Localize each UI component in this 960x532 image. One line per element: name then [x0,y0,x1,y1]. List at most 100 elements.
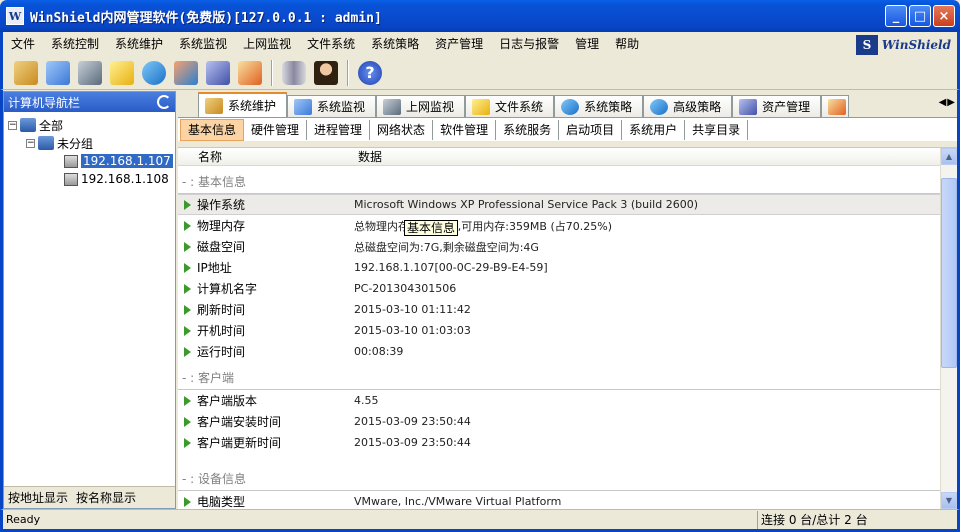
table-row[interactable]: 客户端更新时间 2015-03-09 23:50:44 [178,432,940,453]
subtab-basic-info[interactable]: 基本信息 [180,118,245,141]
menu-log-alarm[interactable]: 日志与报警 [491,33,567,55]
table-row[interactable]: IP地址 192.168.1.107[00-0C-29-B9-E4-59] [178,257,940,278]
view-by-address-tab[interactable]: 按地址显示 [4,489,72,506]
file-system-icon [110,60,134,85]
view-by-name-tab[interactable]: 按名称显示 [72,489,140,506]
group-client[interactable]: - : 客户端 [178,366,940,390]
refresh-icon[interactable] [157,95,171,109]
toolbar-system-maintain-button[interactable] [11,58,41,88]
subtab-process[interactable]: 进程管理 [307,119,371,140]
table-row[interactable]: 磁盘空间 总磁盘空间为:7G,剩余磁盘空间为:4G [178,236,940,257]
title-bar[interactable]: W WinShield内网管理软件(免费版)[127.0.0.1 : admin… [0,0,960,32]
tab-system-policy[interactable]: 系统策略 [554,95,644,117]
group-title: - : 基本信息 [182,175,247,189]
row-arrow-icon [184,437,191,448]
advanced-policy-icon [174,60,198,85]
menu-asset-manage[interactable]: 资产管理 [427,33,491,55]
maximize-button[interactable]: □ [909,5,931,27]
toolbar-help-button[interactable]: ? [355,58,385,88]
column-header-data[interactable]: 数据 [354,148,382,165]
vertical-scrollbar[interactable]: ▲ ▼ [940,148,957,509]
row-name: 计算机名字 [197,282,258,296]
toolbar-network-monitor-button[interactable] [75,58,105,88]
row-arrow-icon [184,416,191,427]
table-row[interactable]: 客户端安装时间 2015-03-09 23:50:44 [178,411,940,432]
brand-logo: S WinShield [855,34,951,56]
subtab-shares[interactable]: 共享目录 [685,119,749,140]
table-row[interactable]: 运行时间 00:08:39 [178,341,940,362]
tree-label-all: 全部 [39,118,64,133]
group-title: - : 设备信息 [182,472,247,486]
subtab-network-status[interactable]: 网络状态 [370,119,434,140]
scroll-thumb[interactable] [941,178,957,368]
table-row[interactable]: 电脑类型 VMware, Inc./VMware Virtual Platform [178,491,940,509]
collapse-icon[interactable]: − [8,120,17,130]
tab-scroll-right-icon[interactable]: ▶ [947,97,955,108]
scroll-up-icon[interactable]: ▲ [941,148,957,165]
column-header-name[interactable]: 名称 [178,148,354,165]
tree-node-ungrouped[interactable]: − 未分组 [8,134,175,152]
tab-scroll-left-icon[interactable]: ◀ [939,97,947,108]
group-title: - : 客户端 [182,371,235,385]
table-row[interactable]: 客户端版本 4.55 [178,390,940,411]
tab-system-monitor[interactable]: 系统监视 [287,95,377,117]
toolbar-database-button[interactable] [279,58,309,88]
toolbar-asset-manage-button[interactable] [203,58,233,88]
help-icon: ? [358,60,382,85]
subtab-startup[interactable]: 启动项目 [559,119,623,140]
subtab-software[interactable]: 软件管理 [433,119,497,140]
subtab-services[interactable]: 系统服务 [496,119,560,140]
collapse-icon[interactable]: − [26,138,35,148]
minimize-button[interactable]: _ [885,5,907,27]
menu-system-policy[interactable]: 系统策略 [363,33,427,55]
menu-system-control[interactable]: 系统控制 [43,33,107,55]
toolbar-advanced-policy-button[interactable] [171,58,201,88]
table-row[interactable]: 物理内存 总物理内存:1023MB,可用内存:359MB (占70.25%) [178,215,940,236]
close-button[interactable]: × [933,5,955,27]
tab-advanced-policy[interactable]: 高级策略 [643,95,733,117]
group-icon [38,136,54,150]
group-device-info[interactable]: - : 设备信息 [178,467,940,491]
row-value: 4.55 [354,394,379,407]
toolbar-file-system-button[interactable] [107,58,137,88]
row-value: Microsoft Windows XP Professional Servic… [354,198,698,211]
tree-node-host[interactable]: 192.168.1.108 [8,170,175,188]
tab-network-monitor[interactable]: 上网监视 [376,95,466,117]
row-name: 刷新时间 [197,303,246,317]
subtab-hardware[interactable]: 硬件管理 [244,119,308,140]
scroll-down-icon[interactable]: ▼ [941,492,957,509]
tab-label: 文件系统 [495,100,544,114]
row-arrow-icon [184,241,191,252]
row-value: 总磁盘空间为:7G,剩余磁盘空间为:4G [354,240,539,254]
menu-help[interactable]: 帮助 [607,33,647,55]
table-row[interactable]: 操作系统 Microsoft Windows XP Professional Se… [178,194,940,215]
tab-label: 系统策略 [584,100,633,114]
toolbar-system-policy-button[interactable] [139,58,169,88]
brand-text: WinShield [881,38,951,52]
menu-bar: 文件 系统控制 系统维护 系统监视 上网监视 文件系统 系统策略 资产管理 日志… [0,32,960,56]
table-row[interactable]: 计算机名字 PC-201304301506 [178,278,940,299]
computer-icon [64,154,78,168]
row-arrow-icon [184,395,191,406]
tree-node-all[interactable]: − 全部 [8,116,175,134]
tooltip: 基本信息 [404,220,459,236]
menu-file[interactable]: 文件 [3,33,43,55]
menu-network-monitor[interactable]: 上网监视 [235,33,299,55]
tab-file-system[interactable]: 文件系统 [465,95,555,117]
table-row[interactable]: 开机时间 2015-03-10 01:03:03 [178,320,940,341]
toolbar-user-button[interactable] [311,58,341,88]
menu-system-monitor[interactable]: 系统监视 [171,33,235,55]
table-row[interactable]: 刷新时间 2015-03-10 01:11:42 [178,299,940,320]
tab-asset-manage[interactable]: 资产管理 [732,95,822,117]
toolbar-system-monitor-button[interactable] [43,58,73,88]
tab-log-alarm[interactable] [821,95,850,117]
menu-system-maintain[interactable]: 系统维护 [107,33,171,55]
group-basic-info[interactable]: - : 基本信息 [178,170,940,194]
tab-system-maintain[interactable]: 系统维护 [198,92,288,117]
menu-manage[interactable]: 管理 [567,33,607,55]
toolbar-alarm-button[interactable] [235,58,265,88]
tree-node-host[interactable]: 192.168.1.107 [8,152,175,170]
subtab-users[interactable]: 系统用户 [622,119,686,140]
tab-label: 上网监视 [406,100,455,114]
menu-file-system[interactable]: 文件系统 [299,33,363,55]
